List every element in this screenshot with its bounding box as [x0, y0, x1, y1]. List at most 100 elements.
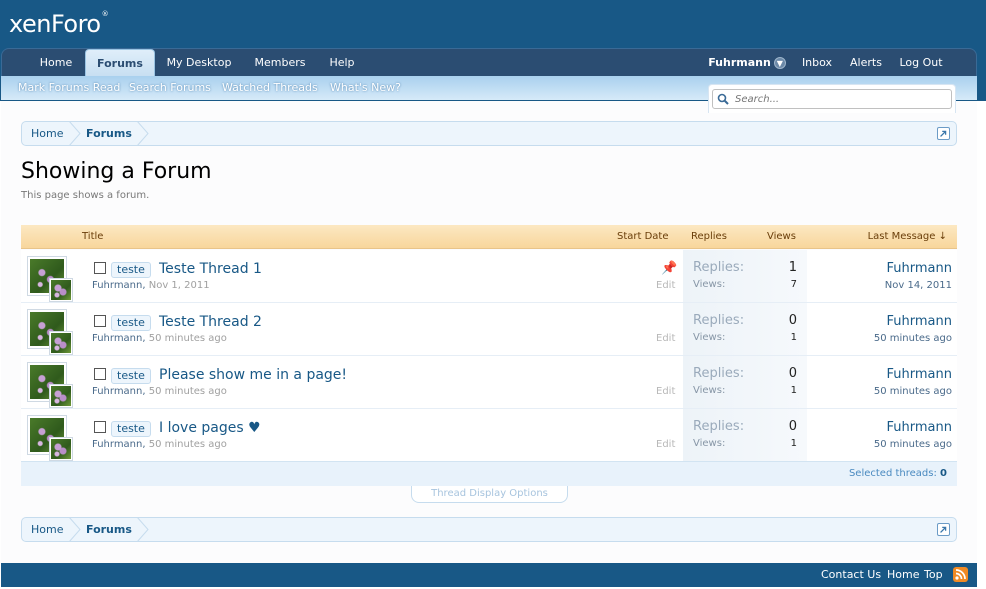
nav-username: Fuhrmann [708, 56, 771, 69]
nav-logout[interactable]: Log Out [896, 49, 946, 77]
views-count: 7 [790, 279, 797, 290]
thread-display-options-button[interactable]: Thread Display Options [411, 486, 568, 503]
thread-author[interactable]: Fuhrmann [92, 386, 142, 397]
subnav-mark-forums-read[interactable]: Mark Forums Read [18, 76, 120, 100]
page-content: Home Forums Showing a Forum This page sh… [1, 101, 977, 563]
search-input[interactable] [712, 89, 952, 109]
replies-count: 0 [788, 419, 797, 434]
thread-title-link[interactable]: Teste Thread 1 [159, 261, 262, 277]
thread-edit-link[interactable]: Edit [656, 386, 675, 397]
nav-inbox[interactable]: Inbox [798, 49, 836, 77]
thread-start-date[interactable]: Nov 1, 2011 [149, 280, 210, 291]
thread-prefix[interactable]: teste [111, 421, 151, 437]
breadcrumb-home[interactable]: Home [31, 518, 63, 541]
last-message-date[interactable]: 50 minutes ago [874, 439, 952, 450]
replies-count: 0 [788, 313, 797, 328]
thread-prefix[interactable]: teste [111, 262, 151, 278]
jump-menu-icon[interactable] [937, 523, 950, 536]
breadcrumb-separator-icon [68, 517, 81, 542]
nav-user-menu[interactable]: Fuhrmann ▼ [707, 49, 787, 77]
thread-meta: Fuhrmann, 50 minutes ago [92, 439, 227, 450]
thread-author[interactable]: Fuhrmann [92, 280, 142, 291]
footer-top[interactable]: Top [924, 563, 943, 587]
site-footer: Contact Us Home Top [1, 563, 977, 587]
column-replies[interactable]: Replies [691, 225, 727, 249]
thread-prefix[interactable]: teste [111, 315, 151, 331]
thread-author[interactable]: Fuhrmann [92, 439, 142, 450]
breadcrumb-bottom: Home Forums [21, 517, 957, 542]
subnav-search-forums[interactable]: Search Forums [129, 76, 211, 100]
thread-row: teste I love pages ♥ Fuhrmann, 50 minute… [21, 409, 957, 462]
logo-trademark: ® [101, 10, 109, 18]
avatar-image [51, 439, 71, 459]
selected-threads-count: 0 [940, 468, 947, 479]
last-poster-avatar[interactable] [49, 278, 73, 302]
thread-title-link[interactable]: Teste Thread 2 [159, 314, 262, 330]
thread-edit-link[interactable]: Edit [656, 280, 675, 291]
views-count: 1 [790, 332, 797, 343]
nav-alerts[interactable]: Alerts [846, 49, 886, 77]
column-title[interactable]: Title [82, 225, 103, 249]
thread-list-footer: Selected threads: 0 [21, 461, 957, 486]
last-poster-avatar[interactable] [49, 384, 73, 408]
last-message-user[interactable]: Fuhrmann [887, 367, 952, 382]
thread-select-checkbox[interactable] [94, 421, 106, 433]
breadcrumb-forums[interactable]: Forums [86, 518, 132, 541]
thread-start-date[interactable]: 50 minutes ago [149, 439, 227, 450]
thread-select-checkbox[interactable] [94, 315, 106, 327]
last-message-date[interactable]: 50 minutes ago [874, 386, 952, 397]
views-count: 1 [790, 385, 797, 396]
last-message-date[interactable]: 50 minutes ago [874, 333, 952, 344]
breadcrumb-forums[interactable]: Forums [86, 122, 132, 145]
replies-count: 0 [788, 366, 797, 381]
last-poster-avatar[interactable] [49, 331, 73, 355]
thread-title-link[interactable]: I love pages ♥ [159, 420, 261, 436]
nav-tab-home[interactable]: Home [30, 49, 82, 77]
thread-start-date[interactable]: 50 minutes ago [149, 333, 227, 344]
thread-author[interactable]: Fuhrmann [92, 333, 142, 344]
thread-title-link[interactable]: Please show me in a page! [159, 367, 347, 383]
selected-threads-label: Selected threads: [848, 468, 937, 479]
jump-menu-icon[interactable] [937, 127, 950, 140]
search-box [708, 84, 956, 113]
column-last-message[interactable]: Last Message ↓ [868, 225, 947, 249]
subnav-watched-threads[interactable]: Watched Threads [222, 76, 318, 100]
thread-stats: Replies: 0 Views: 1 [683, 303, 807, 355]
views-count: 1 [790, 438, 797, 449]
last-message-user[interactable]: Fuhrmann [887, 420, 952, 435]
thread-select-checkbox[interactable] [94, 262, 106, 274]
footer-contact-us[interactable]: Contact Us [821, 563, 881, 587]
replies-label: Replies: [693, 419, 745, 434]
thread-edit-link[interactable]: Edit [656, 439, 675, 450]
column-views[interactable]: Views [767, 225, 796, 249]
thread-prefix[interactable]: teste [111, 368, 151, 384]
thread-stats: Replies: 1 Views: 7 [683, 250, 807, 302]
replies-label: Replies: [693, 313, 745, 328]
thread-select-checkbox[interactable] [94, 368, 106, 380]
nav-tab-forums[interactable]: Forums [85, 49, 155, 78]
nav-tab-members[interactable]: Members [250, 49, 310, 77]
subnav-whats-new[interactable]: What's New? [330, 76, 401, 100]
nav-tab-help[interactable]: Help [324, 49, 360, 77]
last-message-user[interactable]: Fuhrmann [887, 261, 952, 276]
site-logo[interactable]: xenForo® [9, 10, 109, 38]
last-message-user[interactable]: Fuhrmann [887, 314, 952, 329]
avatar-image [51, 333, 71, 353]
views-label: Views: [693, 385, 726, 396]
thread-row: teste Teste Thread 2 Fuhrmann, 50 minute… [21, 303, 957, 356]
footer-home[interactable]: Home [887, 563, 919, 587]
thread-edit-link[interactable]: Edit [656, 333, 675, 344]
logo-text: xenForo [9, 10, 101, 38]
last-poster-avatar[interactable] [49, 437, 73, 461]
selected-threads[interactable]: Selected threads: 0 [849, 462, 947, 486]
last-message-date[interactable]: Nov 14, 2011 [885, 280, 952, 291]
page-title: Showing a Forum [21, 159, 212, 184]
thread-list-header: Title Start Date Replies Views Last Mess… [21, 225, 957, 249]
breadcrumb-home[interactable]: Home [31, 122, 63, 145]
rss-icon[interactable] [953, 567, 968, 582]
search-icon [717, 93, 729, 105]
thread-start-date[interactable]: 50 minutes ago [149, 386, 227, 397]
nav-tab-my-desktop[interactable]: My Desktop [162, 49, 236, 77]
column-start-date[interactable]: Start Date [617, 225, 669, 249]
thread-row: teste Please show me in a page! Fuhrmann… [21, 356, 957, 409]
